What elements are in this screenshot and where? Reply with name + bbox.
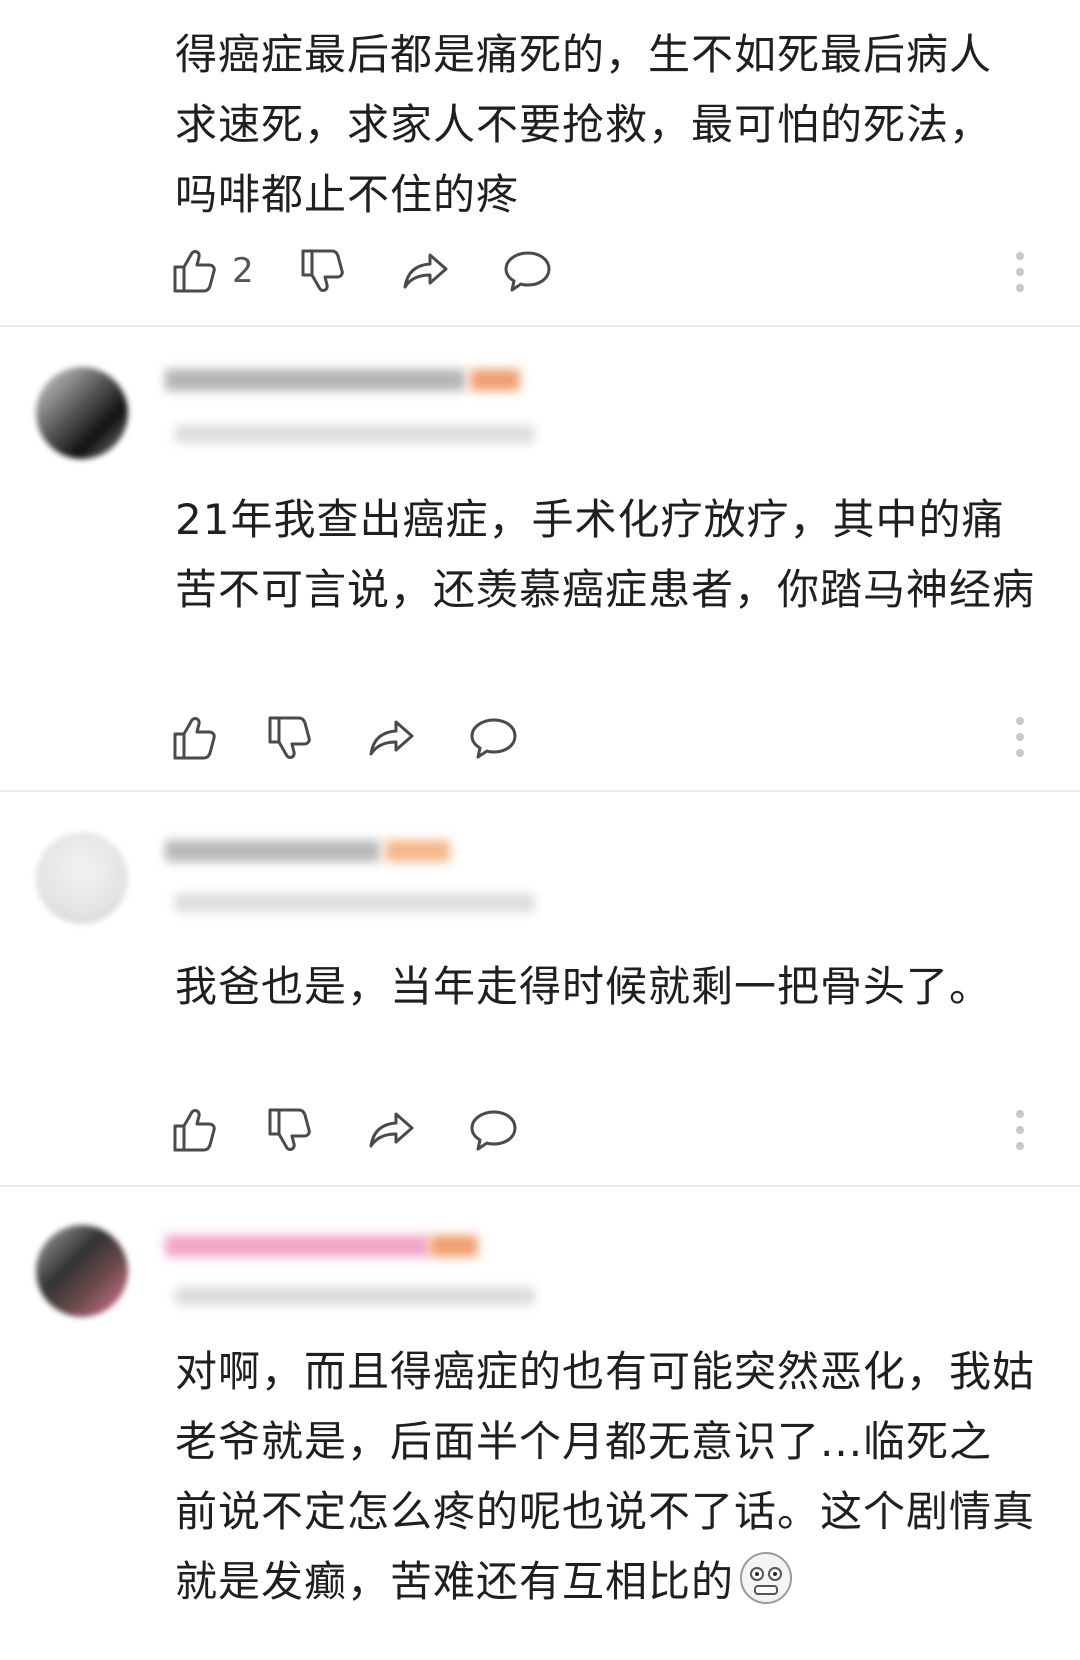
comment-actions bbox=[170, 1104, 990, 1156]
thumbs-up-icon bbox=[173, 250, 216, 293]
thumbs-up-icon bbox=[173, 1109, 216, 1152]
comment-text: 21年我查出癌症，手术化疗放疗，其中的痛苦不可言说，还羡慕癌症患者，你踏马神经病 bbox=[175, 495, 1036, 614]
comment-item: 得癌症最后都是痛死的，生不如死最后病人求速死，求家人不要抢救，最可怕的死法，吗啡… bbox=[0, 0, 1080, 325]
comment-actions bbox=[170, 712, 990, 764]
comment-text: 我爸也是，当年走得时候就剩一把骨头了。 bbox=[175, 962, 993, 1011]
more-dot bbox=[1016, 733, 1024, 741]
like-button[interactable] bbox=[170, 712, 222, 764]
dislike-button[interactable] bbox=[298, 245, 350, 297]
comment-text: 对啊，而且得癌症的也有可能突然恶化，我姑老爷就是，后面半个月都无意识了...临死… bbox=[175, 1337, 1035, 1617]
more-dot bbox=[1016, 268, 1024, 276]
more-options-button[interactable] bbox=[1010, 1106, 1030, 1164]
username-redacted[interactable] bbox=[165, 1235, 430, 1257]
share-button[interactable] bbox=[366, 1104, 418, 1156]
comment-meta-redacted bbox=[175, 894, 535, 912]
more-vertical-icon bbox=[1016, 1110, 1024, 1118]
reply-button[interactable] bbox=[468, 712, 520, 764]
grimacing-face-emoji bbox=[740, 1552, 793, 1604]
more-dot bbox=[1016, 284, 1024, 292]
thumbs-down-icon bbox=[268, 1108, 311, 1151]
comment-item: 21年我查出癌症，手术化疗放疗，其中的痛苦不可言说，还羡慕癌症患者，你踏马神经病 bbox=[0, 327, 1080, 790]
more-options-button[interactable] bbox=[1010, 248, 1030, 306]
thumbs-down-icon bbox=[301, 249, 344, 292]
reply-button[interactable] bbox=[502, 245, 554, 297]
share-button[interactable] bbox=[366, 712, 418, 764]
avatar[interactable] bbox=[36, 367, 128, 459]
avatar[interactable] bbox=[36, 832, 128, 924]
comment-text: 得癌症最后都是痛死的，生不如死最后病人求速死，求家人不要抢救，最可怕的死法，吗啡… bbox=[175, 30, 993, 219]
username-redacted[interactable] bbox=[165, 369, 465, 391]
more-dot bbox=[1016, 1142, 1024, 1150]
avatar[interactable] bbox=[36, 1225, 128, 1317]
dislike-button[interactable] bbox=[265, 712, 317, 764]
dislike-button[interactable] bbox=[265, 1104, 317, 1156]
more-vertical-icon bbox=[1016, 717, 1024, 725]
speech-bubble-icon bbox=[504, 251, 551, 292]
more-dot bbox=[1016, 749, 1024, 757]
user-badge-redacted bbox=[470, 369, 520, 391]
thumbs-up-icon bbox=[173, 717, 216, 760]
reply-button[interactable] bbox=[468, 1104, 520, 1156]
comment-actions: 2 bbox=[170, 245, 990, 297]
comment-meta-redacted bbox=[175, 425, 535, 443]
more-options-button[interactable] bbox=[1010, 713, 1030, 771]
comment-item: 我爸也是，当年走得时候就剩一把骨头了。 bbox=[0, 792, 1080, 1185]
like-count: 2 bbox=[232, 251, 254, 291]
speech-bubble-icon bbox=[470, 1110, 517, 1151]
username-redacted[interactable] bbox=[165, 840, 380, 862]
share-arrow-icon bbox=[369, 1112, 414, 1148]
comment-item: 对啊，而且得癌症的也有可能突然恶化，我姑老爷就是，后面半个月都无意识了...临死… bbox=[0, 1187, 1080, 1660]
share-arrow-icon bbox=[369, 720, 414, 756]
like-button[interactable] bbox=[170, 1104, 222, 1156]
user-badge-redacted bbox=[385, 840, 450, 862]
more-vertical-icon bbox=[1016, 252, 1024, 260]
like-button[interactable]: 2 bbox=[170, 245, 254, 297]
share-button[interactable] bbox=[400, 245, 452, 297]
comment-text-content: 对啊，而且得癌症的也有可能突然恶化，我姑老爷就是，后面半个月都无意识了...临死… bbox=[175, 1347, 1036, 1606]
more-dot bbox=[1016, 1126, 1024, 1134]
user-badge-redacted bbox=[430, 1235, 478, 1257]
share-arrow-icon bbox=[403, 253, 448, 289]
thumbs-down-icon bbox=[268, 716, 311, 759]
speech-bubble-icon bbox=[470, 718, 517, 759]
comment-meta-redacted bbox=[175, 1287, 535, 1305]
